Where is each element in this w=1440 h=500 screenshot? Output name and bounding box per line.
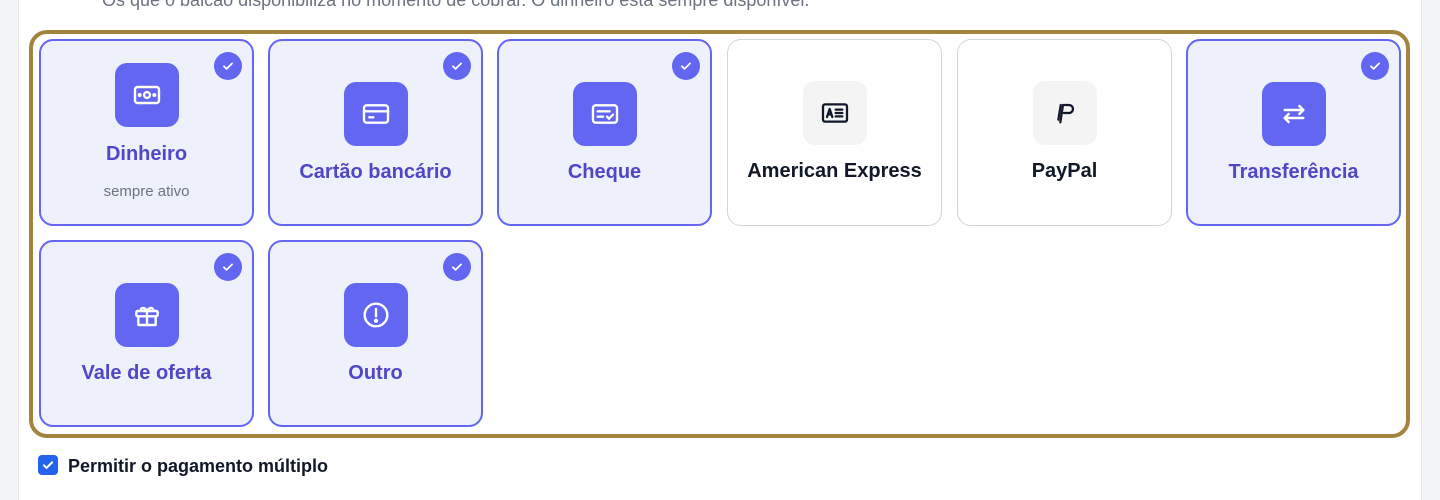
payment-method-label: Vale de oferta [81, 362, 212, 384]
section-description: Os que o balcão disponibiliza no momento… [102, 0, 810, 10]
payment-method-outro[interactable]: Outro [268, 240, 483, 427]
check-icon [1361, 52, 1389, 80]
payment-method-vale-de-oferta[interactable]: Vale de oferta [39, 240, 254, 427]
alert-circle-icon [343, 283, 408, 347]
cheque-icon [572, 82, 637, 146]
payment-method-cartao-bancario[interactable]: Cartão bancário [268, 39, 483, 226]
check-icon [443, 52, 471, 80]
payment-method-label: Cartão bancário [299, 161, 452, 183]
payment-method-sublabel: sempre ativo [103, 183, 190, 200]
payment-method-cheque[interactable]: Cheque [497, 39, 712, 226]
check-icon [443, 253, 471, 281]
check-icon [672, 52, 700, 80]
payment-method-label: Outro [348, 362, 403, 384]
credit-card-icon [343, 82, 408, 146]
gift-icon [114, 283, 179, 347]
payment-method-paypal[interactable]: PayPal [957, 39, 1172, 226]
payment-method-transferencia[interactable]: Transferência [1186, 39, 1401, 226]
payment-method-label: Transferência [1228, 161, 1359, 183]
payment-method-dinheiro[interactable]: Dinheiro sempre ativo [39, 39, 254, 226]
payment-method-label: PayPal [1031, 160, 1098, 182]
amex-card-icon [802, 81, 867, 145]
payment-method-american-express[interactable]: American Express [727, 39, 942, 226]
payment-method-label: Cheque [567, 161, 642, 183]
cash-icon [114, 63, 179, 127]
paypal-icon [1032, 81, 1097, 145]
payment-method-label: American Express [747, 160, 922, 182]
check-icon [214, 52, 242, 80]
transfer-icon [1261, 82, 1326, 146]
allow-multiple-payment-checkbox[interactable] [38, 455, 58, 475]
check-icon [214, 253, 242, 281]
payment-method-label: Dinheiro [105, 143, 188, 165]
